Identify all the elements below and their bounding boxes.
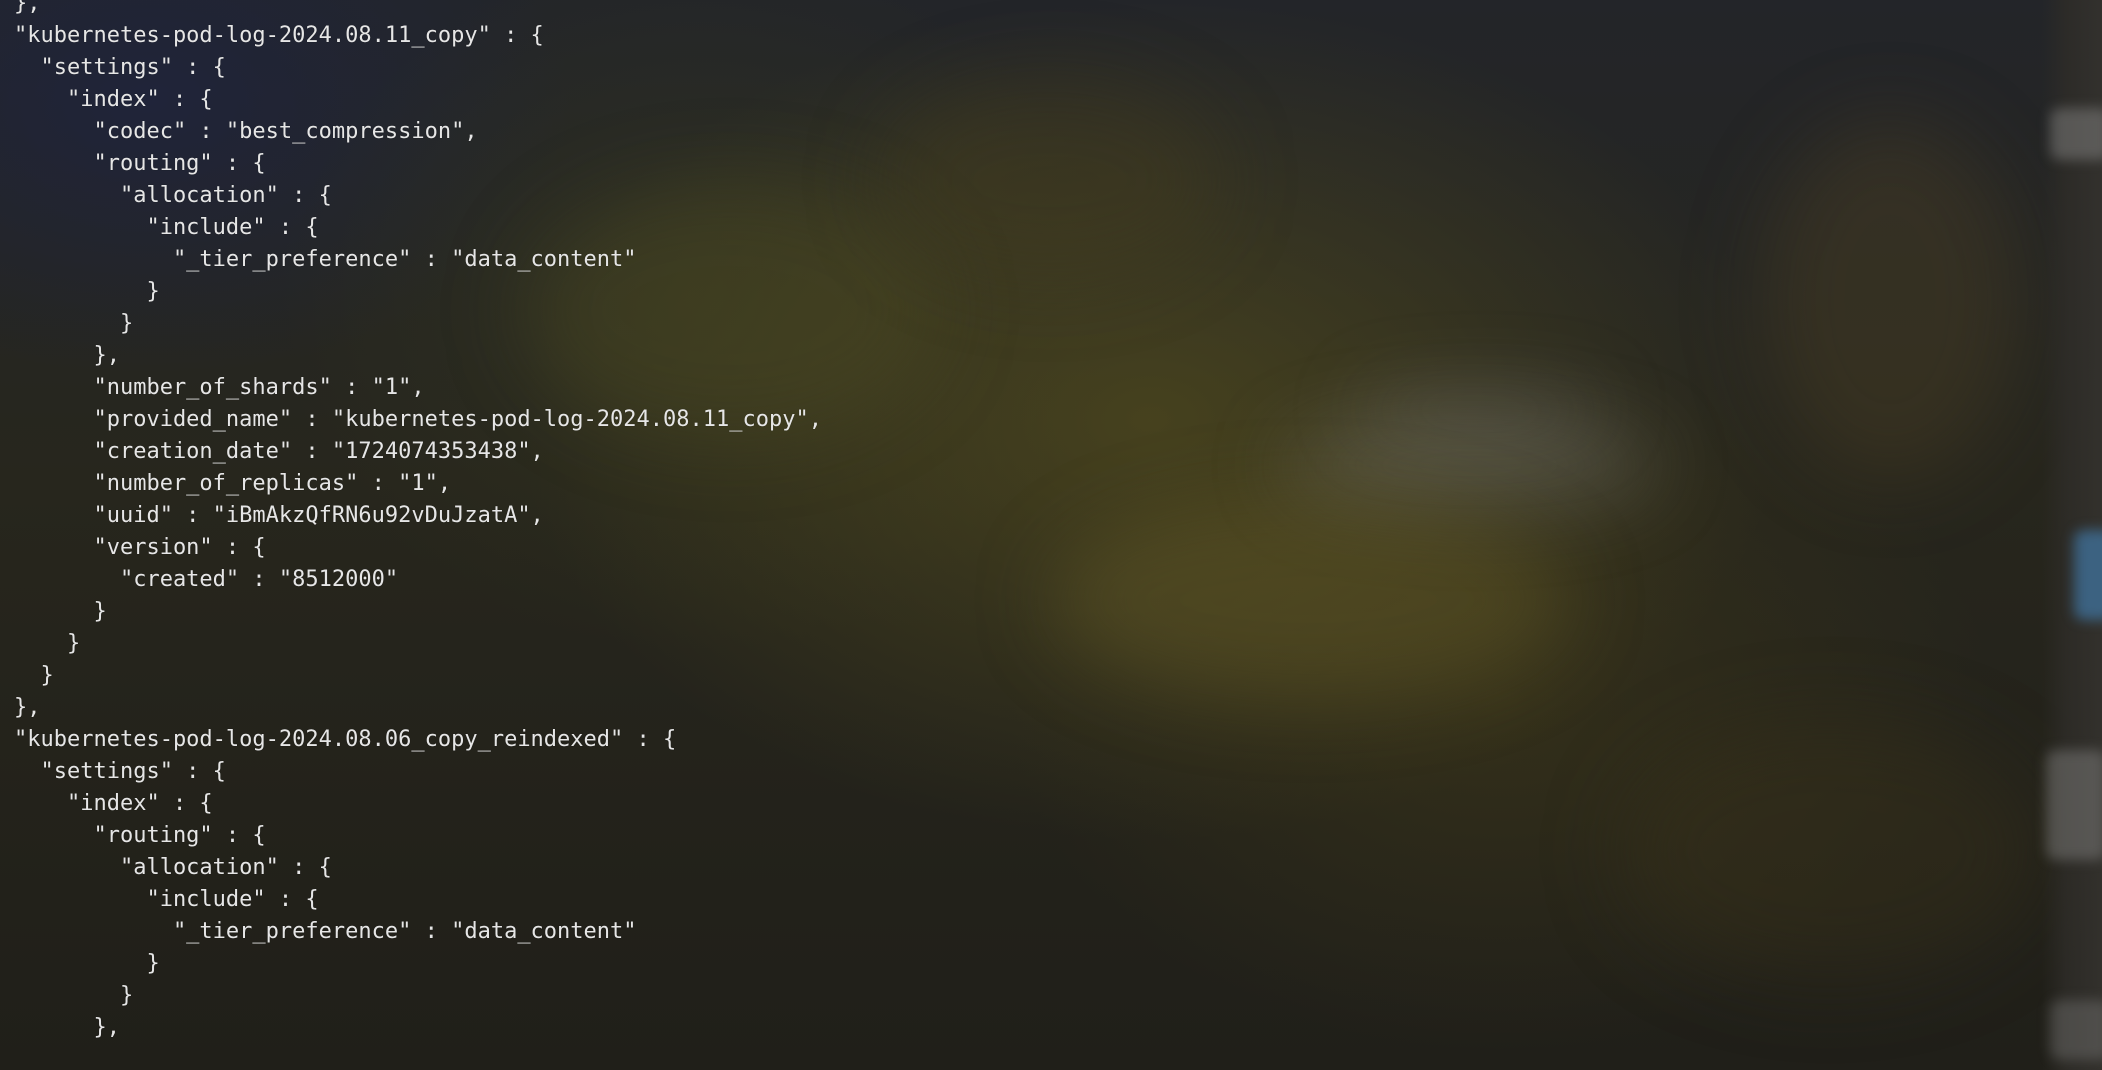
terminal-line: "_tier_preference" : "data_content" [14, 919, 637, 944]
terminal-line: "settings" : { [14, 55, 226, 80]
terminal-output: }, "kubernetes-pod-log-2024.08.11_copy" :… [14, 0, 822, 1044]
terminal-line: } [14, 951, 160, 976]
terminal-line: "provided_name" : "kubernetes-pod-log-20… [14, 407, 822, 432]
terminal-line: }, [14, 1015, 120, 1040]
terminal-line: "routing" : { [14, 151, 266, 176]
terminal-line: "allocation" : { [14, 855, 332, 880]
terminal-line: } [14, 599, 107, 624]
terminal-line: "settings" : { [14, 759, 226, 784]
terminal-line: "include" : { [14, 215, 319, 240]
terminal-line: "creation_date" : "1724074353438", [14, 439, 544, 464]
terminal-line: } [14, 983, 134, 1008]
terminal-line: "uuid" : "iBmAkzQfRN6u92vDuJzatA", [14, 503, 544, 528]
terminal-line: }, [14, 695, 41, 720]
terminal-line: "number_of_shards" : "1", [14, 375, 425, 400]
terminal-line: }, [14, 343, 120, 368]
terminal-window[interactable]: }, "kubernetes-pod-log-2024.08.11_copy" :… [0, 0, 2102, 1070]
terminal-line: "index" : { [14, 791, 213, 816]
terminal-line: } [14, 663, 54, 688]
terminal-line: } [14, 279, 160, 304]
terminal-line: }, [14, 0, 41, 16]
terminal-line: } [14, 631, 81, 656]
terminal-line: "routing" : { [14, 823, 266, 848]
terminal-line: } [14, 311, 134, 336]
terminal-line: "allocation" : { [14, 183, 332, 208]
terminal-line: "kubernetes-pod-log-2024.08.06_copy_rein… [14, 727, 677, 752]
terminal-line: "include" : { [14, 887, 319, 912]
terminal-line: "_tier_preference" : "data_content" [14, 247, 637, 272]
terminal-line: "version" : { [14, 535, 266, 560]
terminal-line: "kubernetes-pod-log-2024.08.11_copy" : { [14, 23, 544, 48]
terminal-line: "codec" : "best_compression", [14, 119, 478, 144]
terminal-line: "number_of_replicas" : "1", [14, 471, 452, 496]
terminal-line: "created" : "8512000" [14, 567, 399, 592]
terminal-line: "index" : { [14, 87, 213, 112]
